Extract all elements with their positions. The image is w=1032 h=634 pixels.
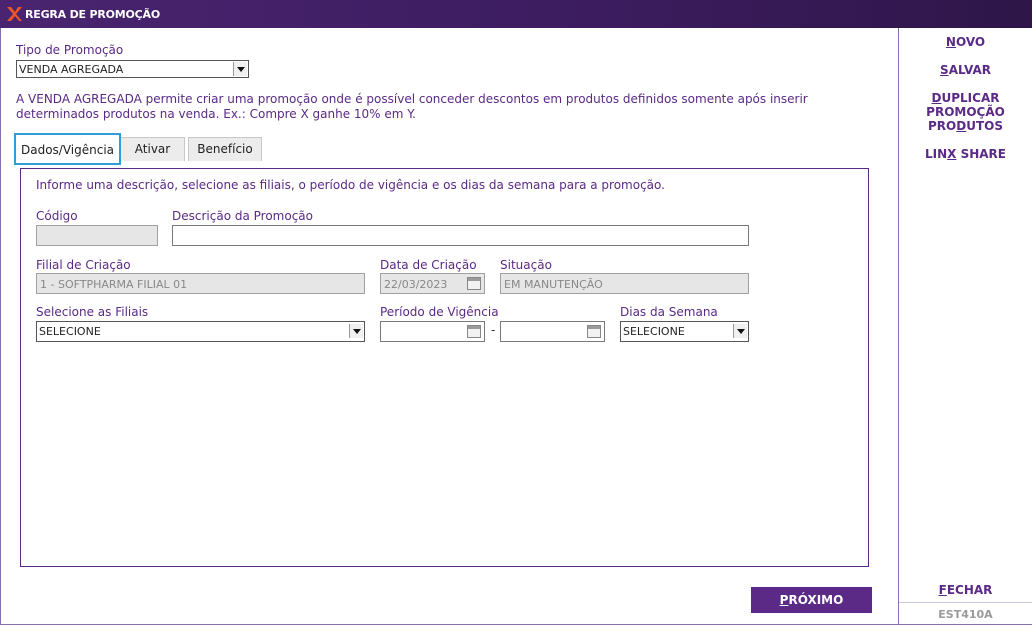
salvar-button[interactable]: SALVAR	[899, 63, 1032, 77]
situacao-label: Situação	[500, 258, 552, 272]
tab-ativar[interactable]: Ativar	[120, 137, 185, 161]
side-menu: NOVO SALVAR DUPLICAR PROMOÇÃO PRODUTOS L…	[898, 28, 1032, 625]
filial-criacao-field: 1 - SOFTPHARMA FILIAL 01	[36, 273, 365, 294]
filiais-label: Selecione as Filiais	[36, 305, 149, 319]
situacao-value: EM MANUTENÇÃO	[504, 278, 603, 291]
calendar-icon	[467, 277, 481, 290]
chevron-down-icon[interactable]	[233, 62, 247, 76]
linx-share-button[interactable]: LINX SHARE	[899, 147, 1032, 161]
calendar-icon[interactable]	[467, 325, 481, 338]
chevron-down-icon[interactable]	[349, 324, 363, 338]
screen-code: EST410A	[938, 608, 993, 621]
data-criacao-field: 22/03/2023	[380, 273, 485, 294]
filial-criacao-label: Filial de Criação	[36, 258, 131, 272]
filial-criacao-value: 1 - SOFTPHARMA FILIAL 01	[40, 278, 188, 291]
situacao-field: EM MANUTENÇÃO	[500, 273, 749, 294]
duplicar-promocao-button[interactable]: DUPLICAR PROMOÇÃO	[899, 91, 1032, 119]
periodo-start-input[interactable]	[380, 321, 485, 342]
codigo-label: Código	[36, 209, 78, 223]
descricao-input[interactable]	[172, 225, 749, 246]
novo-button[interactable]: NOVO	[899, 35, 1032, 49]
fechar-button[interactable]: FECHAR	[899, 583, 1032, 597]
tab-beneficio[interactable]: Benefício	[188, 137, 262, 161]
calendar-icon[interactable]	[587, 325, 601, 338]
tab-dados-vigencia[interactable]: Dados/Vigência	[14, 133, 121, 165]
divider	[899, 602, 1032, 603]
filiais-select[interactable]: SELECIONE	[36, 321, 365, 342]
promo-type-value: VENDA AGREGADA	[19, 63, 124, 76]
next-button[interactable]: PRÓXIMO	[751, 587, 872, 613]
dias-select[interactable]: SELECIONE	[620, 321, 749, 342]
periodo-separator: -	[491, 323, 496, 337]
filiais-value: SELECIONE	[39, 325, 101, 338]
linx-logo-icon	[7, 7, 22, 21]
data-criacao-label: Data de Criação	[380, 258, 477, 272]
dias-value: SELECIONE	[623, 325, 685, 338]
promo-type-select[interactable]: VENDA AGREGADA	[16, 60, 249, 78]
produtos-button[interactable]: PRODUTOS	[899, 119, 1032, 133]
title-bar: REGRA DE PROMOÇÃO	[0, 0, 1032, 28]
promo-description: A VENDA AGREGADA permite criar uma promo…	[16, 92, 808, 121]
promo-type-label: Tipo de Promoção	[16, 43, 124, 57]
chevron-down-icon[interactable]	[733, 324, 747, 338]
dias-label: Dias da Semana	[620, 305, 718, 319]
periodo-end-input[interactable]	[500, 321, 605, 342]
form-instructions: Informe uma descrição, selecione as fili…	[36, 178, 665, 192]
periodo-label: Período de Vigência	[380, 305, 499, 319]
descricao-label: Descrição da Promoção	[172, 209, 313, 223]
data-criacao-value: 22/03/2023	[384, 278, 448, 291]
codigo-field	[36, 225, 158, 246]
window-title: REGRA DE PROMOÇÃO	[25, 8, 161, 21]
